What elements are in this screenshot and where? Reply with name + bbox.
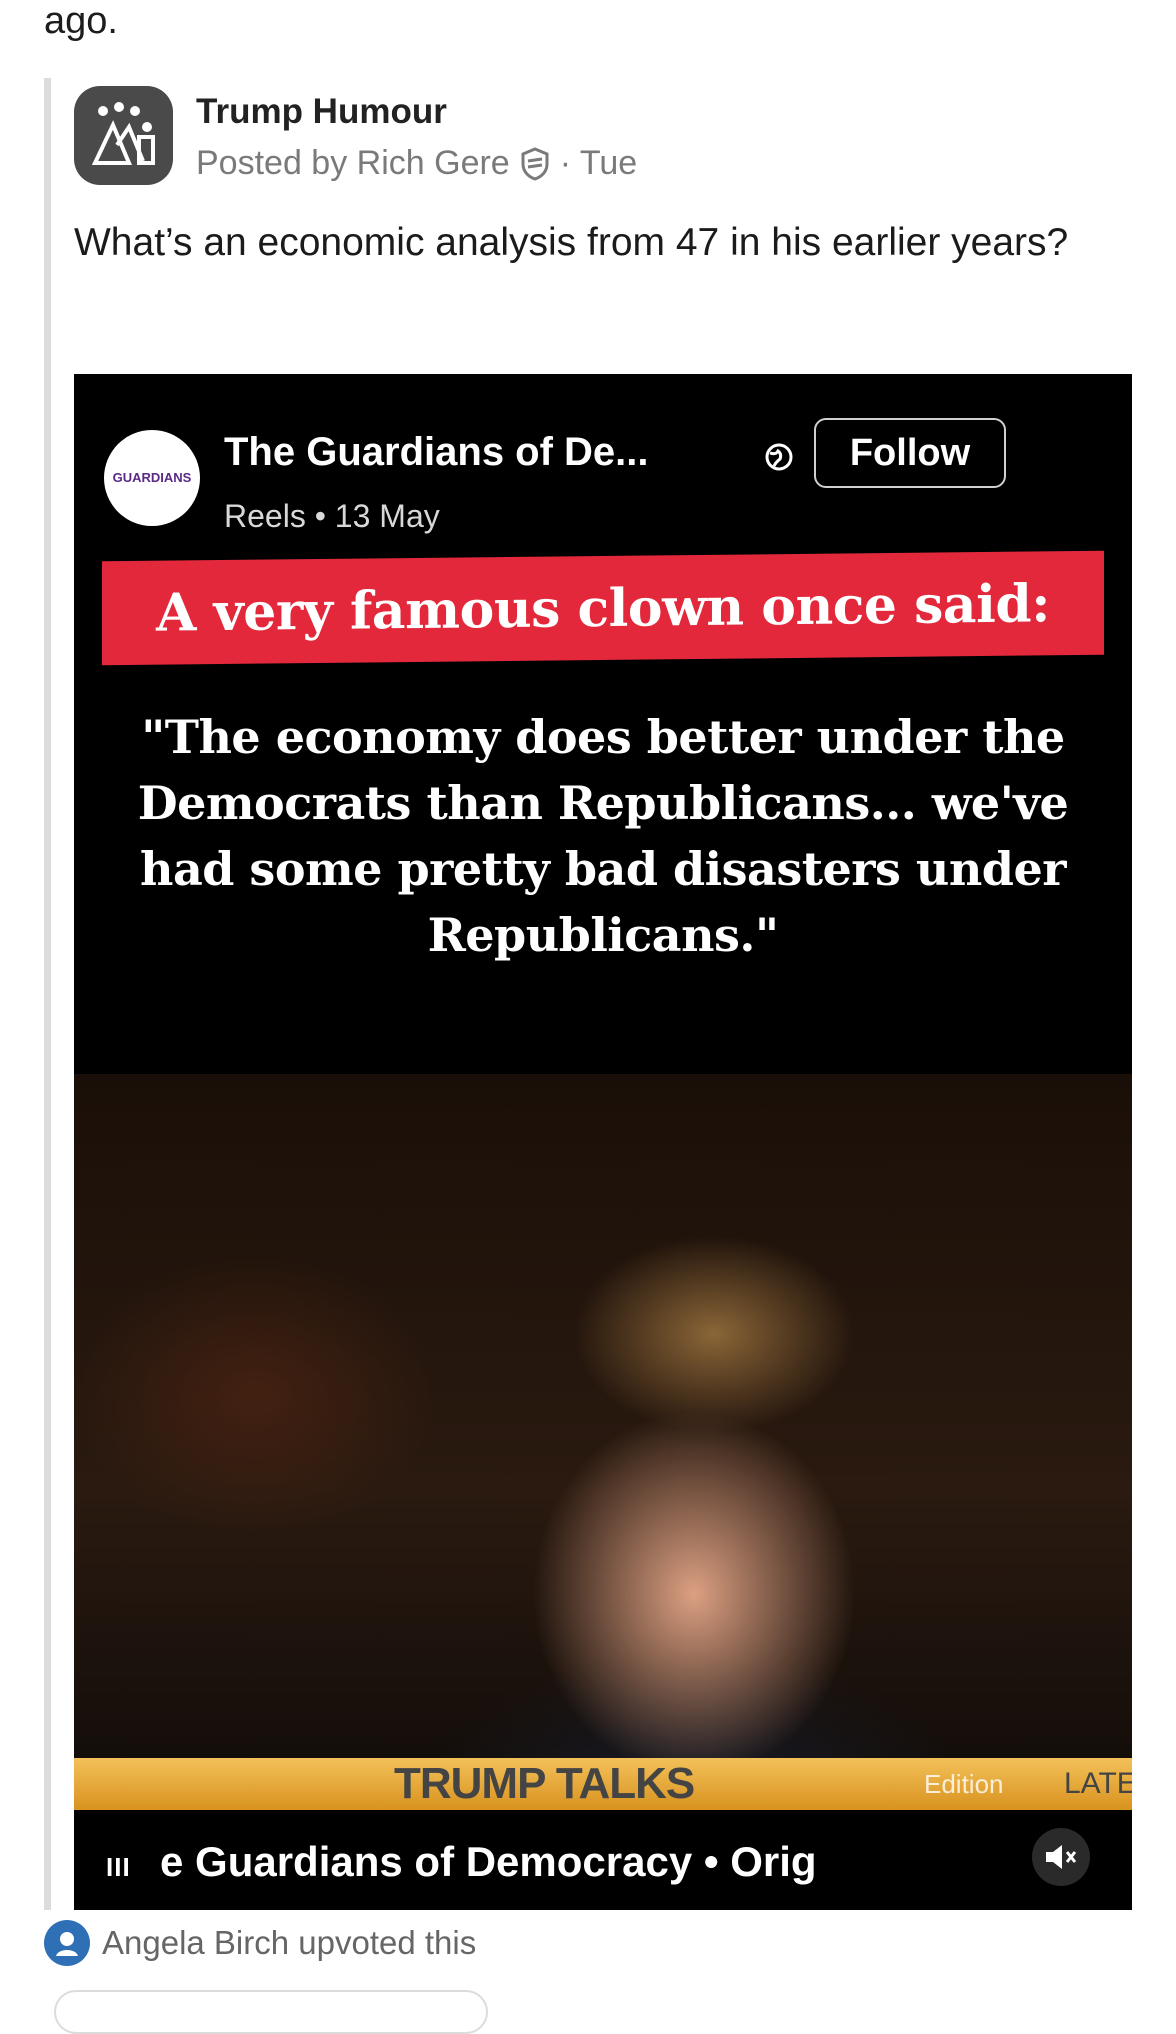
reel-screenshot[interactable]: GUARDIANS The Guardians of De... Follow … xyxy=(74,374,1132,1910)
page-logo-text: GUARDIANS xyxy=(112,470,192,485)
group-avatar[interactable] xyxy=(74,86,173,185)
audio-bars-icon: III xyxy=(106,1852,131,1882)
banner-text: A very famous clown once said: xyxy=(156,572,1050,644)
audio-source-text: e Guardians of Democracy • Orig xyxy=(160,1838,817,1885)
reel-subtitle: Reels • 13 May xyxy=(224,498,440,534)
follow-button[interactable]: Follow xyxy=(814,418,1006,488)
post-question: What’s an economic analysis from 47 in h… xyxy=(74,221,1069,264)
moderator-shield-icon xyxy=(521,146,549,181)
thread-quote-bar xyxy=(44,78,51,1910)
upvote-activity: Angela Birch upvoted this xyxy=(44,1920,476,1966)
action-pill[interactable] xyxy=(54,1990,488,2034)
group-people-icon xyxy=(91,101,155,165)
page-logo[interactable]: GUARDIANS xyxy=(104,430,200,526)
user-silhouette-icon xyxy=(56,1932,78,1956)
reel-page-name[interactable]: The Guardians of De... xyxy=(224,430,649,475)
mute-button[interactable] xyxy=(1032,1828,1090,1886)
ticker-late: LATE xyxy=(1064,1767,1132,1800)
video-frame-image xyxy=(74,1074,1132,1834)
upvoter-avatar[interactable] xyxy=(44,1920,90,1966)
globe-icon xyxy=(765,443,793,471)
reel-audio-bar: III e Guardians of Democracy • Orig xyxy=(74,1810,1132,1910)
quote-banner: A very famous clown once said: xyxy=(102,550,1104,666)
quote-text: "The economy does better under the Democ… xyxy=(137,710,1069,962)
post-meta: Posted by Rich Gere · Tue xyxy=(196,144,637,183)
previous-post-tail: ago. xyxy=(44,0,118,42)
muted-speaker-icon xyxy=(1046,1845,1077,1869)
ticker-edition: Edition xyxy=(924,1768,1004,1799)
post-time: · Tue xyxy=(559,144,638,182)
posted-by[interactable]: Posted by Rich Gere xyxy=(196,144,510,183)
news-ticker: TRUMP TALKS Edition LATE xyxy=(74,1758,1132,1810)
upvote-text: Angela Birch upvoted this xyxy=(102,1924,477,1961)
group-name[interactable]: Trump Humour xyxy=(196,92,447,132)
ticker-title: TRUMP TALKS xyxy=(394,1759,695,1808)
